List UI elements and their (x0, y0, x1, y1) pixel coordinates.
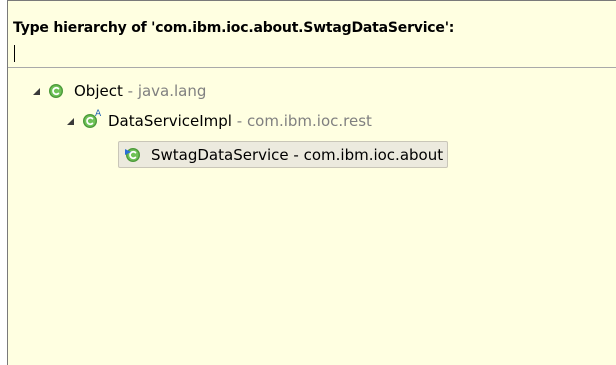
class-icon (48, 83, 64, 99)
abstract-class-icon: A (82, 109, 101, 129)
tree-item-name: SwtagDataService (151, 145, 289, 164)
popup-header: Type hierarchy of 'com.ibm.ioc.about.Swt… (8, 1, 616, 64)
filter-input[interactable] (13, 42, 573, 60)
tree-item-package: com.ibm.ioc.about (303, 145, 444, 164)
abstract-marker-icon: A (95, 109, 102, 119)
tree-row-object[interactable]: Object - java.lang (30, 79, 206, 103)
tree-item-separator: - (231, 112, 247, 130)
tree-row-dataserviceimpl[interactable]: A DataServiceImpl - com.ibm.ioc.rest (64, 109, 372, 133)
hierarchy-tree: Object - java.lang A DataServiceImpl - c… (8, 71, 616, 365)
tree-item-separator: - (122, 82, 138, 100)
expanded-triangle-icon[interactable] (64, 115, 76, 127)
tree-item-separator: - (288, 145, 304, 164)
focus-class-icon (125, 147, 141, 163)
tree-row-swtagdataservice[interactable]: SwtagDataService - com.ibm.ioc.about (118, 141, 449, 168)
tree-item-package: java.lang (137, 82, 207, 100)
type-hierarchy-popup: Type hierarchy of 'com.ibm.ioc.about.Swt… (7, 0, 616, 365)
tree-item-package: com.ibm.ioc.rest (246, 112, 372, 130)
header-divider (8, 67, 616, 68)
tree-item-name: DataServiceImpl (108, 112, 232, 130)
tree-item-name: Object (74, 82, 123, 100)
text-caret (14, 45, 15, 62)
expanded-triangle-icon[interactable] (30, 85, 42, 97)
popup-title: Type hierarchy of 'com.ibm.ioc.about.Swt… (13, 20, 455, 36)
